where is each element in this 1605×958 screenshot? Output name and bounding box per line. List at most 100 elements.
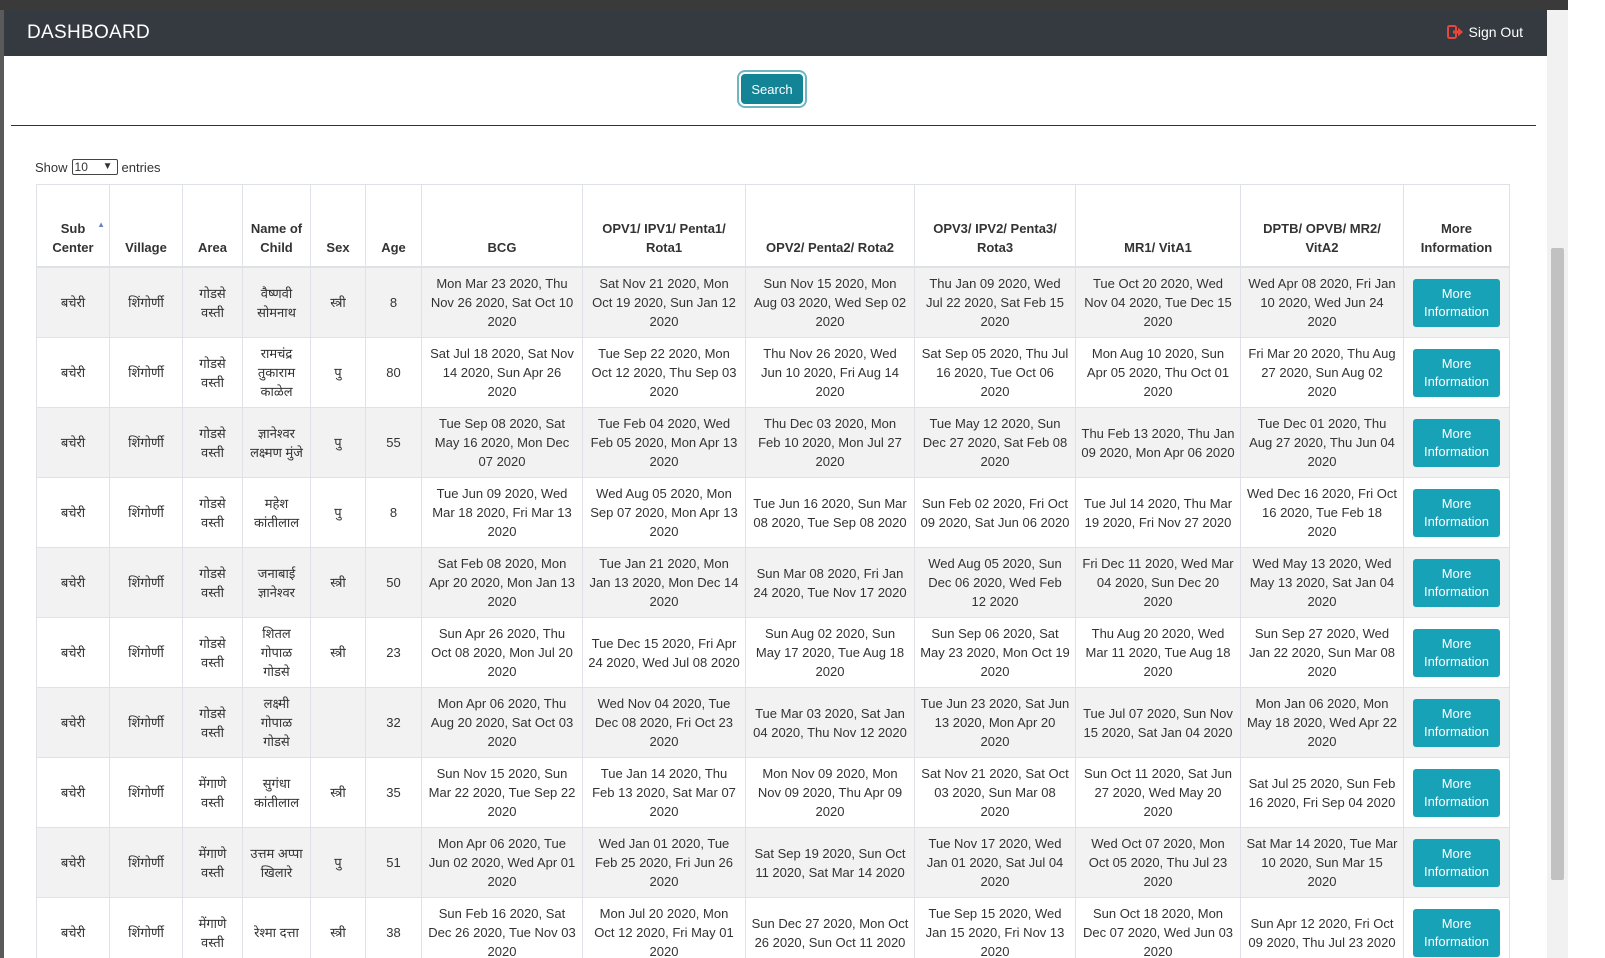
- cell-sub-center: बचेरी: [36, 617, 110, 688]
- cell-more-information: More Information: [1403, 827, 1510, 898]
- cell-village: शिंगोर्णी: [109, 617, 183, 688]
- more-information-button[interactable]: More Information: [1413, 348, 1500, 397]
- cell-sex: स्त्री: [310, 547, 366, 618]
- cell-opv1: Tue Jan 21 2020, Mon Jan 13 2020, Mon De…: [582, 547, 746, 618]
- column-header-bcg[interactable]: BCG: [421, 184, 583, 268]
- table-row: बचेरी शिंगोर्णी गोडसे वस्ती वैष्णवी सोमनाथ स…: [36, 266, 1510, 338]
- cell-sub-center: बचेरी: [36, 687, 110, 758]
- cell-opv3: Sat Nov 21 2020, Sat Oct 03 2020, Sun Ma…: [914, 757, 1076, 828]
- cell-area: गोडसे वस्ती: [182, 617, 243, 688]
- cell-more-information: More Information: [1403, 407, 1510, 478]
- cell-age: 55: [365, 407, 422, 478]
- search-button[interactable]: Search: [741, 74, 803, 104]
- column-header-opv1[interactable]: OPV1/ IPV1/ Penta1/ Rota1: [582, 184, 746, 268]
- cell-area: गोडसे वस्ती: [182, 547, 243, 618]
- cell-opv2: Thu Dec 03 2020, Mon Feb 10 2020, Mon Ju…: [745, 407, 915, 478]
- cell-sub-center: बचेरी: [36, 757, 110, 828]
- cell-opv2: Mon Nov 09 2020, Mon Nov 09 2020, Thu Ap…: [745, 757, 915, 828]
- column-header-sex[interactable]: Sex: [310, 184, 366, 268]
- cell-opv2: Sun Dec 27 2020, Mon Oct 26 2020, Sun Oc…: [745, 897, 915, 958]
- sort-asc-icon: ▲: [97, 220, 105, 229]
- column-header-opv3[interactable]: OPV3/ IPV2/ Penta3/ Rota3: [914, 184, 1076, 268]
- sign-out-label: Sign Out: [1468, 24, 1523, 40]
- cell-mr1: Mon Aug 10 2020, Sun Apr 05 2020, Thu Oc…: [1075, 337, 1241, 408]
- cell-dptb: Sat Jul 25 2020, Sun Feb 16 2020, Fri Se…: [1240, 757, 1404, 828]
- cell-sub-center: बचेरी: [36, 477, 110, 548]
- cell-more-information: More Information: [1403, 897, 1510, 958]
- cell-mr1: Fri Dec 11 2020, Wed Mar 04 2020, Sun De…: [1075, 547, 1241, 618]
- cell-area: गोडसे वस्ती: [182, 407, 243, 478]
- column-header-age[interactable]: Age: [365, 184, 422, 268]
- table-header-row: Sub Center ▲ Village Area Name of Child S…: [36, 184, 1510, 268]
- cell-dptb: Fri Mar 20 2020, Thu Aug 27 2020, Sun Au…: [1240, 337, 1404, 408]
- cell-age: 8: [365, 266, 422, 338]
- cell-village: शिंगोर्णी: [109, 897, 183, 958]
- cell-opv2: Tue Mar 03 2020, Sat Jan 04 2020, Thu No…: [745, 687, 915, 758]
- cell-bcg: Sat Feb 08 2020, Mon Apr 20 2020, Mon Ja…: [421, 547, 583, 618]
- cell-opv1: Tue Feb 04 2020, Wed Feb 05 2020, Mon Ap…: [582, 407, 746, 478]
- cell-sex: पु: [310, 407, 366, 478]
- cell-name: महेश कांतीलाल: [242, 477, 311, 548]
- more-information-button[interactable]: More Information: [1413, 278, 1500, 327]
- cell-sub-center: बचेरी: [36, 827, 110, 898]
- cell-village: शिंगोर्णी: [109, 757, 183, 828]
- column-header-sub-center[interactable]: Sub Center ▲: [36, 184, 110, 268]
- cell-area: मेंगाणे वस्ती: [182, 827, 243, 898]
- table-row: बचेरी शिंगोर्णी गोडसे वस्ती जनाबाई ज्ञानेश्…: [36, 547, 1510, 618]
- more-information-button[interactable]: More Information: [1413, 838, 1500, 887]
- table-row: बचेरी शिंगोर्णी मेंगाणे वस्ती सुगंधा कांतील…: [36, 757, 1510, 828]
- cell-village: शिंगोर्णी: [109, 477, 183, 548]
- sign-out-link[interactable]: Sign Out: [1446, 24, 1523, 40]
- cell-sub-center: बचेरी: [36, 897, 110, 958]
- cell-opv1: Mon Jul 20 2020, Mon Oct 12 2020, Fri Ma…: [582, 897, 746, 958]
- cell-opv1: Wed Jan 01 2020, Tue Feb 25 2020, Fri Ju…: [582, 827, 746, 898]
- cell-opv2: Sun Aug 02 2020, Sun May 17 2020, Tue Au…: [745, 617, 915, 688]
- cell-age: 8: [365, 477, 422, 548]
- more-information-button[interactable]: More Information: [1413, 908, 1500, 957]
- cell-sub-center: बचेरी: [36, 266, 110, 338]
- more-information-button[interactable]: More Information: [1413, 418, 1500, 467]
- cell-sex: स्त्री: [310, 897, 366, 958]
- cell-age: 50: [365, 547, 422, 618]
- cell-dptb: Tue Dec 01 2020, Thu Aug 27 2020, Thu Ju…: [1240, 407, 1404, 478]
- column-header-village[interactable]: Village: [109, 184, 183, 268]
- cell-opv3: Thu Jan 09 2020, Wed Jul 22 2020, Sat Fe…: [914, 266, 1076, 338]
- column-header-area[interactable]: Area: [182, 184, 243, 268]
- browser-top-strip: [0, 0, 1605, 10]
- more-information-button[interactable]: More Information: [1413, 698, 1500, 747]
- table-row: बचेरी शिंगोर्णी गोडसे वस्ती लक्ष्मी गोपाळ ग…: [36, 687, 1510, 758]
- more-information-button[interactable]: More Information: [1413, 558, 1500, 607]
- cell-bcg: Sat Jul 18 2020, Sat Nov 14 2020, Sun Ap…: [421, 337, 583, 408]
- column-header-name-of-child[interactable]: Name of Child: [242, 184, 311, 268]
- cell-bcg: Mon Apr 06 2020, Tue Jun 02 2020, Wed Ap…: [421, 827, 583, 898]
- cell-opv3: Sat Sep 05 2020, Thu Jul 16 2020, Tue Oc…: [914, 337, 1076, 408]
- column-header-mr1[interactable]: MR1/ VitA1: [1075, 184, 1241, 268]
- cell-age: 35: [365, 757, 422, 828]
- cell-dptb: Mon Jan 06 2020, Mon May 18 2020, Wed Ap…: [1240, 687, 1404, 758]
- page-scrollbar[interactable]: [1547, 10, 1568, 958]
- cell-bcg: Sun Apr 26 2020, Thu Oct 08 2020, Mon Ju…: [421, 617, 583, 688]
- cell-area: मेंगाणे वस्ती: [182, 897, 243, 958]
- cell-name: रामचंद्र तुकाराम काळेल: [242, 337, 311, 408]
- entries-length-control: Show 10 ▼ entries: [35, 159, 161, 175]
- cell-sex: पु: [310, 477, 366, 548]
- column-header-dptb[interactable]: DPTB/ OPVB/ MR2/ VitA2: [1240, 184, 1404, 268]
- scrollbar-thumb[interactable]: [1551, 248, 1564, 880]
- cell-opv1: Tue Sep 22 2020, Mon Oct 12 2020, Thu Se…: [582, 337, 746, 408]
- cell-sex: [310, 687, 366, 758]
- entries-select-value: 10: [74, 160, 88, 174]
- cell-opv3: Sun Feb 02 2020, Fri Oct 09 2020, Sat Ju…: [914, 477, 1076, 548]
- more-information-button[interactable]: More Information: [1413, 488, 1500, 537]
- cell-village: शिंगोर्णी: [109, 266, 183, 338]
- entries-select[interactable]: 10 ▼: [71, 159, 118, 175]
- cell-opv1: Tue Jan 14 2020, Thu Feb 13 2020, Sat Ma…: [582, 757, 746, 828]
- cell-village: शिंगोर्णी: [109, 687, 183, 758]
- column-header-opv2[interactable]: OPV2/ Penta2/ Rota2: [745, 184, 915, 268]
- cell-sex: पु: [310, 827, 366, 898]
- top-navbar: DASHBOARD Sign Out: [4, 10, 1547, 56]
- more-information-button[interactable]: More Information: [1413, 768, 1500, 817]
- more-information-button[interactable]: More Information: [1413, 628, 1500, 677]
- column-header-more-information[interactable]: More Information: [1403, 184, 1510, 268]
- cell-name: रेश्मा दत्ता: [242, 897, 311, 958]
- dashboard-title: DASHBOARD: [27, 22, 151, 43]
